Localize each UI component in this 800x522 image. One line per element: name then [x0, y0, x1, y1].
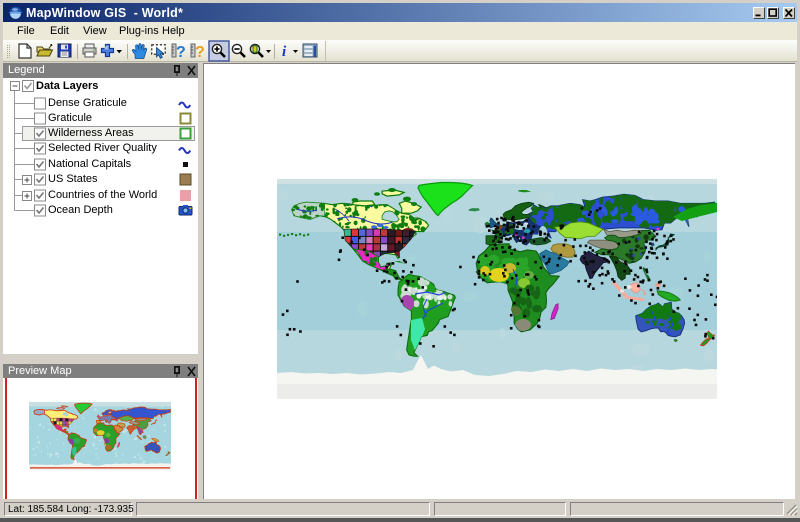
svg-text:i: i — [282, 44, 287, 60]
svg-text:?: ? — [195, 44, 205, 61]
svg-text:?: ? — [176, 44, 186, 61]
